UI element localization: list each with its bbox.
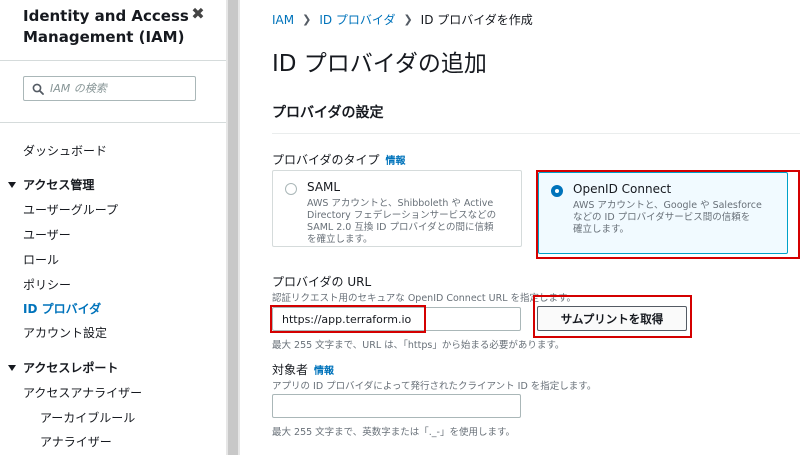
audience-hint: 最大 255 文字まで、英数字または「._-」を使用します。 bbox=[272, 427, 516, 438]
search-icon bbox=[32, 83, 44, 95]
sidebar-title-line2: Management (IAM) bbox=[23, 28, 185, 46]
provider-type-label-text: プロバイダのタイプ bbox=[272, 153, 380, 167]
provider-option-saml[interactable]: SAML AWS アカウントと、Shibboleth や Active Dire… bbox=[272, 170, 522, 247]
breadcrumb: IAM ❯ ID プロバイダ ❯ ID プロバイダを作成 bbox=[272, 11, 533, 28]
breadcrumb-identity-providers[interactable]: ID プロバイダ bbox=[319, 11, 395, 28]
breadcrumb-iam[interactable]: IAM bbox=[272, 13, 294, 27]
saml-desc-line: Directory フェデレーションサービスなどの bbox=[307, 210, 497, 221]
nav-section-access-reports[interactable]: アクセスレポート bbox=[8, 359, 118, 376]
sidebar-title-line1: Identity and Access bbox=[23, 7, 189, 25]
openid-connect-radio[interactable] bbox=[551, 185, 563, 197]
nav-section-label: アクセスレポート bbox=[23, 361, 119, 375]
caret-down-icon bbox=[8, 364, 16, 371]
audience-info-link[interactable]: 情報 bbox=[314, 366, 334, 377]
audience-label-text: 対象者 bbox=[272, 363, 309, 377]
sidebar-divider bbox=[0, 60, 226, 61]
provider-url-label: プロバイダの URL bbox=[272, 275, 372, 289]
saml-title: SAML bbox=[307, 180, 341, 194]
saml-description: AWS アカウントと、Shibboleth や Active Directory… bbox=[307, 198, 496, 246]
main-content: IAM ❯ ID プロバイダ ❯ ID プロバイダを作成 ID プロバイダの追加… bbox=[240, 0, 800, 455]
audience-input[interactable] bbox=[272, 394, 521, 418]
openid-connect-title: OpenID Connect bbox=[573, 182, 672, 196]
section-title: プロバイダの設定 bbox=[272, 105, 384, 121]
nav-section-label: アクセス管理 bbox=[23, 178, 95, 192]
sidebar-title: Identity and Access Management (IAM) bbox=[23, 6, 193, 48]
openid-connect-description: AWS アカウントと、Google や Salesforce などの ID プロ… bbox=[573, 200, 762, 236]
saml-radio[interactable] bbox=[285, 183, 297, 195]
breadcrumb-chevron-icon: ❯ bbox=[403, 13, 413, 26]
provider-type-label: プロバイダのタイプ 情報 bbox=[272, 151, 406, 168]
provider-option-openid-connect[interactable]: OpenID Connect AWS アカウントと、Google や Sales… bbox=[538, 172, 788, 254]
get-thumbprint-button[interactable]: サムプリントを取得 bbox=[537, 306, 687, 331]
nav-account-settings[interactable]: アカウント設定 bbox=[23, 324, 107, 341]
openid-desc-line: などの ID プロバイダサービス間の信頼を bbox=[573, 212, 751, 223]
nav-users[interactable]: ユーザー bbox=[23, 226, 71, 243]
nav-section-access-management[interactable]: アクセス管理 bbox=[8, 176, 94, 193]
nav-access-analyzer[interactable]: アクセスアナライザー bbox=[23, 384, 142, 401]
breadcrumb-current: ID プロバイダを作成 bbox=[420, 13, 533, 27]
openid-desc-line: AWS アカウントと、Google や Salesforce bbox=[573, 200, 762, 211]
nav-archive-rules[interactable]: アーカイブルール bbox=[40, 409, 135, 426]
nav-policies[interactable]: ポリシー bbox=[23, 276, 71, 293]
openid-desc-line: 確立します。 bbox=[573, 224, 630, 235]
caret-down-icon bbox=[8, 181, 16, 188]
nav-identity-providers[interactable]: ID プロバイダ bbox=[23, 300, 101, 317]
section-divider bbox=[272, 133, 800, 134]
sidebar-search[interactable] bbox=[23, 76, 196, 101]
provider-url-description: 認証リクエスト用のセキュアな OpenID Connect URL を指定します… bbox=[272, 293, 577, 304]
audience-label: 対象者 情報 bbox=[272, 361, 334, 378]
page-title: ID プロバイダの追加 bbox=[272, 51, 487, 77]
provider-url-input[interactable] bbox=[272, 307, 521, 331]
sidebar: Identity and Access Management (IAM) ✖ ダ… bbox=[0, 0, 226, 455]
sidebar-scrollbar-thumb[interactable] bbox=[228, 0, 238, 455]
saml-desc-line: AWS アカウントと、Shibboleth や Active bbox=[307, 198, 494, 209]
nav-analyzers[interactable]: アナライザー bbox=[40, 433, 112, 450]
nav-roles[interactable]: ロール bbox=[23, 251, 59, 268]
breadcrumb-chevron-icon: ❯ bbox=[302, 13, 312, 26]
provider-url-hint: 最大 255 文字まで、URL は、「https」から始まる必要があります。 bbox=[272, 340, 565, 351]
close-sidebar-icon[interactable]: ✖ bbox=[190, 6, 206, 22]
sidebar-divider bbox=[0, 122, 226, 123]
provider-type-info-link[interactable]: 情報 bbox=[386, 156, 406, 167]
nav-user-groups[interactable]: ユーザーグループ bbox=[23, 201, 118, 218]
nav-dashboard[interactable]: ダッシュボード bbox=[23, 142, 107, 159]
audience-description: アプリの ID プロバイダによって発行されたクライアント ID を指定します。 bbox=[272, 381, 597, 392]
search-input[interactable] bbox=[50, 82, 190, 95]
saml-desc-line: を確立します。 bbox=[307, 234, 373, 245]
saml-desc-line: SAML 2.0 互換 ID プロバイダとの間に信頼 bbox=[307, 222, 494, 233]
